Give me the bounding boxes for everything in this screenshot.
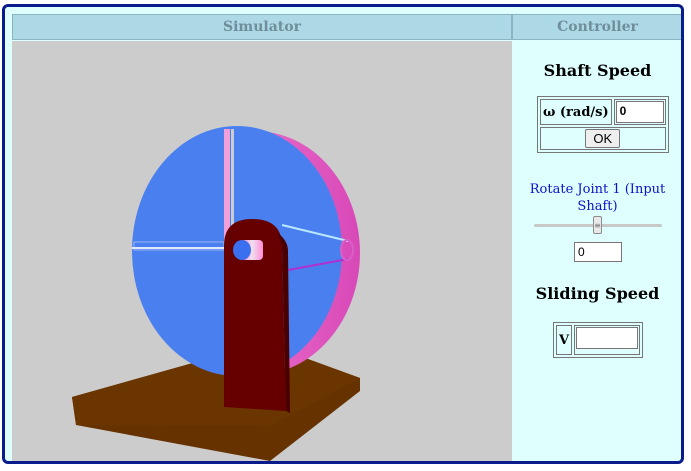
mechanism-3d-scene[interactable]	[12, 41, 512, 461]
omega-label: ω (rad/s)	[540, 99, 612, 125]
v-output-field[interactable]	[576, 327, 639, 349]
sliding-speed-form: V	[553, 322, 644, 358]
omega-input[interactable]: 0	[615, 101, 664, 123]
shaft-speed-form: ω (rad/s) 0 OK	[537, 96, 669, 153]
sliding-speed-title: Sliding Speed	[535, 284, 660, 303]
shaft-speed-title: Shaft Speed	[543, 61, 652, 80]
controller-header: Controller	[512, 14, 681, 40]
app-frame: Simulator Controller Shaft Speed ω (rad/…	[2, 4, 684, 464]
ok-button[interactable]: OK	[585, 129, 621, 148]
simulator-viewport[interactable]	[12, 41, 512, 461]
rotate-joint-value-input[interactable]: 0	[574, 242, 622, 262]
controller-panel: Shaft Speed ω (rad/s) 0 OK Rotate Joint …	[512, 41, 681, 461]
rotate-joint-label: Rotate Joint 1 (Input Shaft)	[529, 182, 666, 214]
v-label: V	[556, 325, 573, 355]
rotate-joint-slider-thumb[interactable]: ≡	[593, 216, 602, 234]
simulator-header: Simulator	[12, 14, 512, 40]
